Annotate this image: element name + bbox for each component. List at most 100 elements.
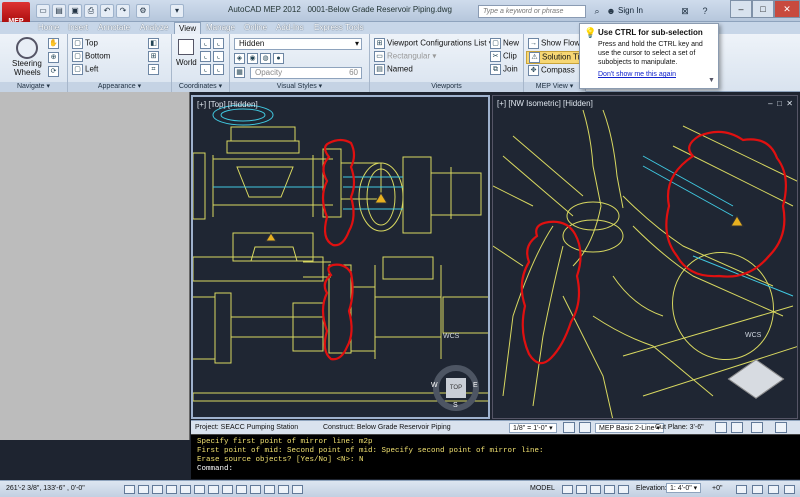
ucs-z-icon[interactable]: ⌞ ⌞: [200, 51, 226, 62]
redo-icon[interactable]: ↷: [116, 4, 130, 18]
autoscale-icon[interactable]: [579, 422, 591, 433]
world-ucs-icon[interactable]: [178, 39, 194, 55]
tab-add-ins[interactable]: Add-Ins: [272, 22, 308, 34]
grid-icon[interactable]: [138, 485, 149, 494]
binoculars-icon[interactable]: ⌕: [590, 4, 604, 18]
viewport-top[interactable]: [+] [Top] [Hidden] WCS TOP W E S: [191, 95, 490, 419]
tab-home[interactable]: Home: [34, 22, 63, 34]
clip-viewport[interactable]: ✂ Clip: [490, 51, 517, 62]
close-button[interactable]: ✕: [774, 0, 800, 18]
appearance-panel-title[interactable]: Appearance ▾: [68, 82, 171, 92]
wcs-label-top[interactable]: WCS: [443, 333, 459, 340]
tab-annotate[interactable]: Annotate: [94, 22, 134, 34]
user-icon[interactable]: ☻: [604, 4, 618, 18]
quick-view-drawings-icon[interactable]: [576, 485, 587, 494]
exchange-icon[interactable]: ⊠: [678, 4, 692, 18]
3dosnap-icon[interactable]: [194, 485, 205, 494]
viewport-iso-label[interactable]: [+] [NW Isometric] [Hidden]: [497, 99, 593, 108]
coordinates-panel-title[interactable]: Coordinates ▾: [172, 82, 229, 92]
zoom-status-icon[interactable]: [604, 485, 615, 494]
visual-style-dropdown[interactable]: Hidden ▾: [234, 38, 362, 50]
viewport-window-controls-icon[interactable]: – □ ✕: [768, 99, 793, 108]
dont-show-again-link[interactable]: Don't show me this again: [598, 70, 714, 79]
new-icon[interactable]: ▭: [36, 4, 50, 18]
world-label[interactable]: World: [176, 58, 197, 67]
transparency-icon[interactable]: [264, 485, 275, 494]
new-viewport[interactable]: ▢ New: [490, 38, 519, 49]
dyn-icon[interactable]: [236, 485, 247, 494]
print-icon[interactable]: ⎙: [84, 4, 98, 18]
help-icon[interactable]: ?: [698, 4, 712, 18]
open-icon[interactable]: ▤: [52, 4, 66, 18]
ducs-icon[interactable]: [222, 485, 233, 494]
viewcube-icon[interactable]: ◧: [148, 38, 161, 49]
viewport-config-list[interactable]: ⊞Viewport Configurations List ▾: [374, 38, 493, 49]
clean-screen-icon[interactable]: [784, 485, 795, 494]
view-top-item[interactable]: ▢ Top: [72, 38, 98, 49]
cut-plane-label[interactable]: Cut Plane: 3'-6": [655, 424, 704, 431]
named-viewports[interactable]: ▤ Named: [374, 64, 413, 75]
elevation-offset[interactable]: +0": [712, 485, 722, 492]
osnap-icon[interactable]: [180, 485, 191, 494]
quick-properties-icon[interactable]: [278, 485, 289, 494]
quick-view-layouts-icon[interactable]: [562, 485, 573, 494]
sign-in-button[interactable]: Sign In: [618, 6, 643, 15]
wcs-label-iso[interactable]: WCS: [745, 332, 761, 339]
model-space-button[interactable]: MODEL: [530, 485, 555, 492]
viewcube-top-face[interactable]: TOP: [446, 378, 466, 398]
coordinate-readout[interactable]: 261'-2 3/8", 133'-6" , 0'-0": [6, 485, 85, 492]
tab-online[interactable]: Online: [240, 22, 271, 34]
edge-style-icon[interactable]: ◈ ◉ ◍ ●: [234, 53, 286, 64]
tray-icon[interactable]: [751, 422, 763, 433]
view-bottom-item[interactable]: ▢ Bottom: [72, 51, 110, 62]
xray-icon[interactable]: ▦: [234, 67, 247, 78]
ucs-origin-icon[interactable]: ⌞ ⌞: [200, 38, 226, 49]
undo-icon[interactable]: ↶: [100, 4, 114, 18]
ortho-icon[interactable]: [152, 485, 163, 494]
opacity-slider[interactable]: Opacity 60: [250, 67, 362, 79]
selection-cycling-icon[interactable]: [292, 485, 303, 494]
search-input[interactable]: Type a keyword or phrase: [478, 5, 586, 18]
zoom-icon[interactable]: ⊕: [48, 52, 61, 63]
mep-view-panel-title[interactable]: MEP View ▾: [524, 82, 585, 92]
workspace-switch-icon[interactable]: [736, 485, 747, 494]
steering-label[interactable]: Steering: [12, 59, 42, 68]
orbit-icon[interactable]: ⟳: [48, 66, 61, 77]
elevation-dropdown[interactable]: 1: 4'-0" ▾: [666, 483, 702, 493]
save-icon[interactable]: ▣: [68, 4, 82, 18]
command-prompt[interactable]: Command:: [197, 465, 794, 474]
tooltip-expand-icon[interactable]: ▼: [708, 76, 715, 85]
visual-styles-panel-title[interactable]: Visual Styles ▾: [230, 82, 369, 92]
snap-icon[interactable]: [124, 485, 135, 494]
viewport-top-label[interactable]: [+] [Top] [Hidden]: [197, 100, 258, 109]
compass-button[interactable]: ✥ Compass: [528, 65, 575, 76]
steering-status-icon[interactable]: [618, 485, 629, 494]
project-label[interactable]: Project: SEACC Pumping Station: [195, 424, 298, 431]
isolate-icon[interactable]: [731, 422, 743, 433]
tab-analyze[interactable]: Analyze: [136, 22, 172, 34]
construct-label[interactable]: Construct: Below Grade Reservoir Piping: [323, 424, 451, 431]
qat-dropdown-icon[interactable]: ▾: [170, 4, 184, 18]
annotation-scale[interactable]: 1/8" = 1'-0" ▾: [509, 423, 557, 433]
hardware-accel-icon[interactable]: [768, 485, 779, 494]
tab-view[interactable]: View: [174, 22, 202, 34]
lineweight-icon[interactable]: [250, 485, 261, 494]
steering-wheel-icon[interactable]: [16, 37, 38, 59]
join-viewport[interactable]: ⧉ Join: [490, 64, 518, 75]
show-flow-button[interactable]: → Show Flow: [528, 38, 580, 49]
tray-settings-icon[interactable]: [775, 422, 787, 433]
layer-key-icon[interactable]: [715, 422, 727, 433]
pan-icon[interactable]: ✋: [48, 38, 61, 49]
minimize-button[interactable]: –: [730, 0, 752, 18]
navigate-panel-title[interactable]: Navigate ▾: [0, 82, 67, 92]
workspace-icon[interactable]: ⚙: [136, 4, 150, 18]
tab-manage[interactable]: Manage: [202, 22, 239, 34]
viewport-nw-isometric[interactable]: [+] [NW Isometric] [Hidden] – □ ✕ WCS: [492, 95, 798, 419]
wheels-label[interactable]: Wheels: [14, 68, 41, 77]
display-configuration[interactable]: MEP Basic 2-Line ▾: [595, 423, 664, 433]
rectangular-viewport[interactable]: ▭ Rectangular ▾: [374, 51, 436, 62]
tab-express-tools[interactable]: Express Tools: [310, 22, 368, 34]
polar-icon[interactable]: [166, 485, 177, 494]
otrack-icon[interactable]: [208, 485, 219, 494]
ucs-view-icon[interactable]: ⌞ ⌞: [200, 64, 226, 75]
